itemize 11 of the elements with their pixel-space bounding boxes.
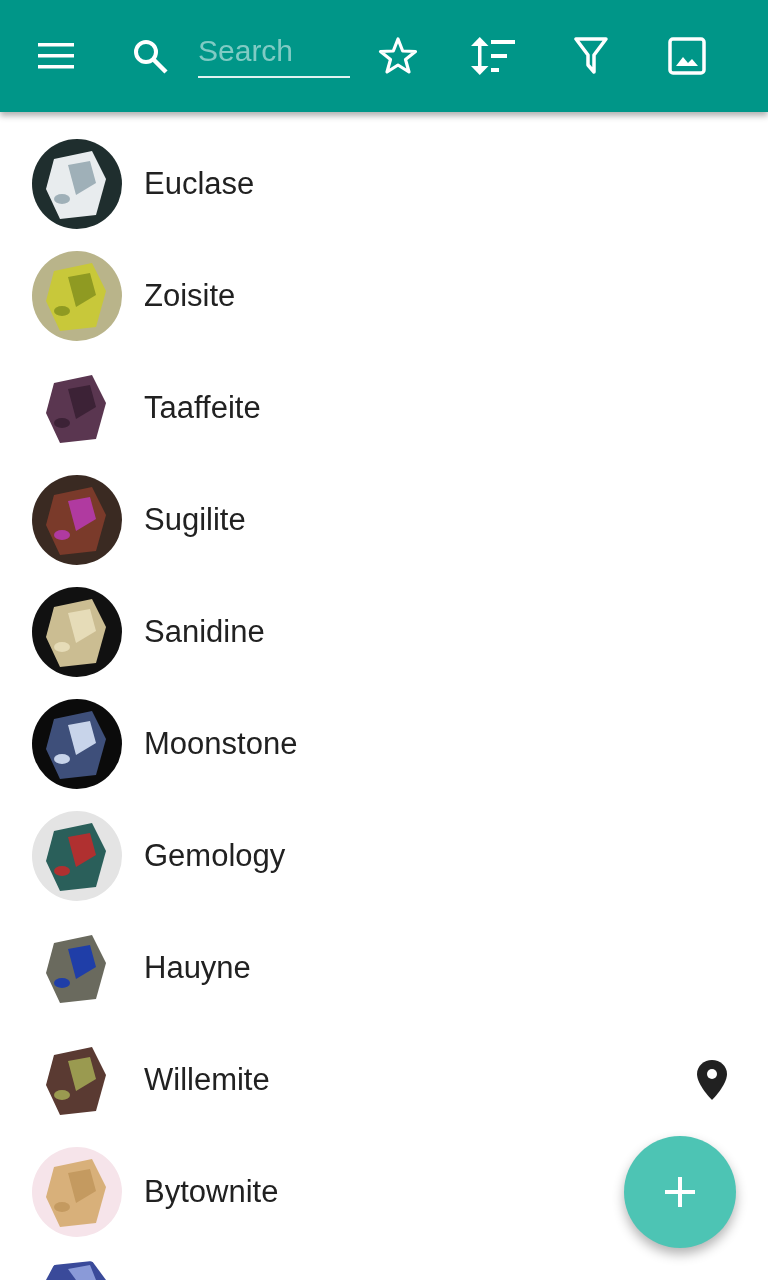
item-name[interactable]: Euclase [144, 166, 255, 202]
item-name[interactable]: Willemite [144, 1062, 270, 1098]
search-field[interactable]: Search [198, 26, 350, 78]
item-name[interactable]: Sugilite [144, 502, 246, 538]
item-name[interactable]: Bytownite [144, 1174, 279, 1210]
item-name[interactable]: Moonstone [144, 726, 298, 762]
item-name[interactable]: Sanidine [144, 614, 265, 650]
item-name[interactable]: Zoisite [144, 278, 236, 314]
item-name[interactable]: Hauyne [144, 950, 251, 986]
item-name[interactable]: Gemology [144, 838, 286, 874]
item-name[interactable]: Taaffeite [144, 390, 261, 426]
